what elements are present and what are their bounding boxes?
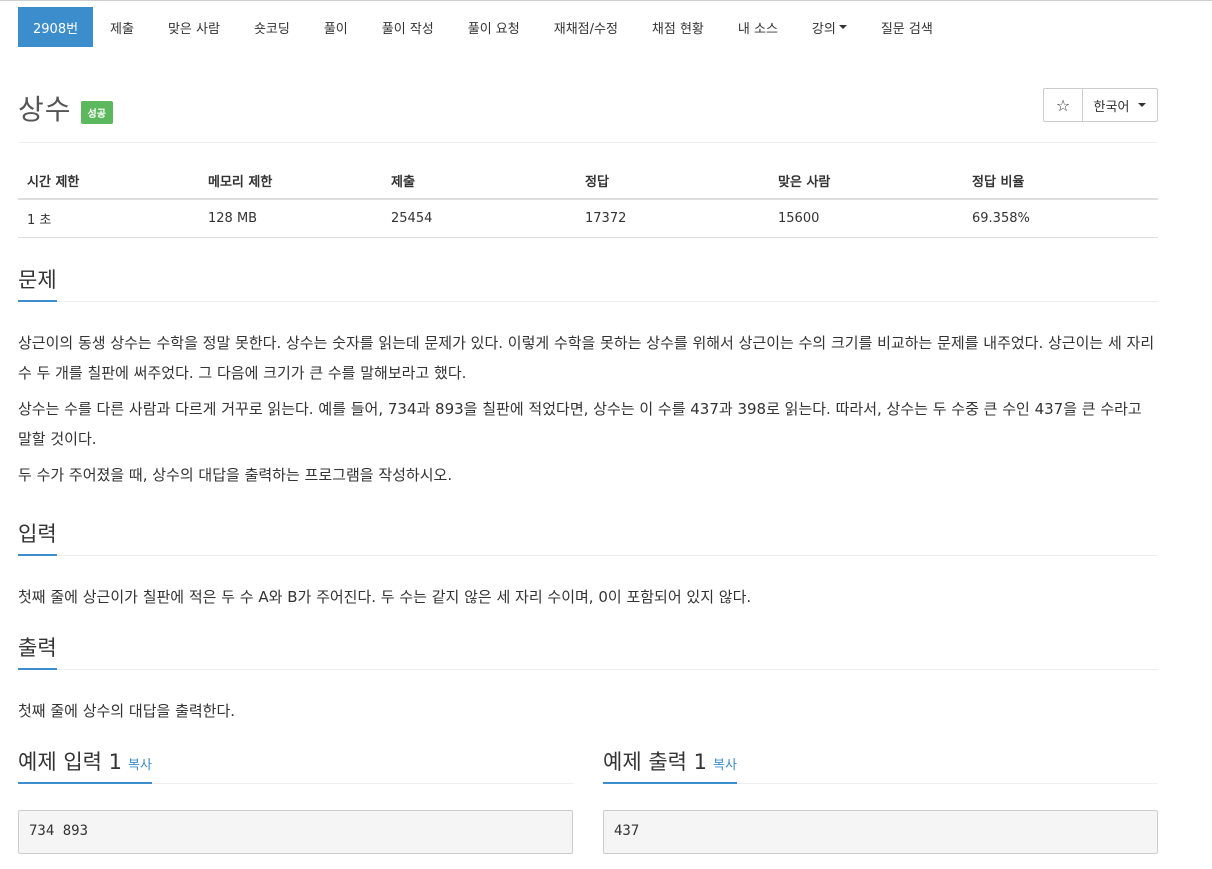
problem-toolbar: ☆ 한국어 <box>1043 88 1158 122</box>
nav-item-status[interactable]: 채점 현황 <box>635 7 721 47</box>
language-dropdown[interactable]: 한국어 <box>1082 88 1158 122</box>
nav-label: 질문 검색 <box>880 21 933 37</box>
table-cell: 25454 <box>382 199 576 238</box>
section-title: 출력 <box>18 633 57 670</box>
table-cell: 69.358% <box>963 199 1158 238</box>
sample-output-section: 예제 출력 1 복사 437 <box>603 747 1158 854</box>
copy-sample-input-button[interactable]: 복사 <box>128 758 152 773</box>
nav-item-request-solution[interactable]: 풀이 요청 <box>451 7 537 47</box>
column-header: 정답 <box>576 163 769 200</box>
caret-down-icon <box>1138 103 1147 107</box>
nav-label: 맞은 사람 <box>167 21 220 37</box>
paragraph: 첫째 줄에 상수의 대답을 출력한다. <box>18 702 236 720</box>
problem-header: 상수 성공 <box>18 88 113 128</box>
section-headline: 문제 <box>18 265 1158 302</box>
column-header: 메모리 제한 <box>199 163 382 200</box>
input-section: 입력 첫째 줄에 상근이가 칠판에 적은 두 수 A와 B가 주어진다. 두 수… <box>18 519 1158 618</box>
favorite-button[interactable]: ☆ <box>1043 88 1083 122</box>
nav-item-solved-users[interactable]: 맞은 사람 <box>151 7 237 47</box>
nav-label: 2908번 <box>33 21 79 37</box>
nav-item-my-source[interactable]: 내 소스 <box>721 7 795 47</box>
star-icon: ☆ <box>1055 95 1071 115</box>
description-body: 상근이의 동생 상수는 수학을 정말 못한다. 상수는 숫자를 읽는데 문제가 … <box>18 328 1158 490</box>
paragraph: 두 수가 주어졌을 때, 상수의 대답을 출력하는 프로그램을 작성하시오. <box>18 466 453 484</box>
output-section: 출력 첫째 줄에 상수의 대답을 출력한다. <box>18 633 1158 732</box>
nav-label: 숏코딩 <box>253 21 290 37</box>
section-title: 예제 출력 1 복사 <box>603 747 737 784</box>
section-headline: 예제 출력 1 복사 <box>603 747 1158 784</box>
table-header-row: 시간 제한 메모리 제한 제출 정답 맞은 사람 정답 비율 <box>18 163 1158 200</box>
section-headline: 출력 <box>18 633 1158 670</box>
section-headline: 예제 입력 1 복사 <box>18 747 573 784</box>
problem-info-table: 시간 제한 메모리 제한 제출 정답 맞은 사람 정답 비율 1 초 128 M… <box>18 163 1158 238</box>
output-body: 첫째 줄에 상수의 대답을 출력한다. <box>18 696 1158 726</box>
paragraph: 첫째 줄에 상근이가 칠판에 적은 두 수 A와 B가 주어진다. 두 수는 같… <box>18 588 752 606</box>
section-title: 예제 입력 1 복사 <box>18 747 152 784</box>
table-cell: 15600 <box>769 199 963 238</box>
nav-label: 풀이 <box>323 21 348 37</box>
nav-item-write-solution[interactable]: 풀이 작성 <box>365 7 451 47</box>
nav-label: 재채점/수정 <box>553 21 618 37</box>
column-header: 제출 <box>382 163 576 200</box>
input-body: 첫째 줄에 상근이가 칠판에 적은 두 수 A와 B가 주어진다. 두 수는 같… <box>18 582 1158 612</box>
nav-item-question-search[interactable]: 질문 검색 <box>864 7 950 47</box>
sample-input-box[interactable]: 734 893 <box>18 810 573 854</box>
table-cell: 128 MB <box>199 199 382 238</box>
paragraph: 상근이의 동생 상수는 수학을 정말 못한다. 상수는 숫자를 읽는데 문제가 … <box>18 334 1155 382</box>
sample-output-title: 예제 출력 1 <box>603 750 707 774</box>
sample-input-title: 예제 입력 1 <box>18 750 122 774</box>
nav-label: 채점 현황 <box>651 21 704 37</box>
copy-sample-output-button[interactable]: 복사 <box>713 758 737 773</box>
paragraph: 상수는 수를 다른 사람과 다르게 거꾸로 읽는다. 예를 들어, 734과 8… <box>18 400 1142 448</box>
sample-output-box[interactable]: 437 <box>603 810 1158 854</box>
nav-label: 강의 <box>811 21 836 37</box>
nav-item-submit[interactable]: 제출 <box>93 7 151 47</box>
table-row: 1 초 128 MB 25454 17372 15600 69.358% <box>18 199 1158 238</box>
nav-label: 풀이 작성 <box>381 21 434 37</box>
nav-label: 내 소스 <box>737 21 778 37</box>
section-title: 문제 <box>18 265 57 302</box>
table-cell: 1 초 <box>18 199 199 238</box>
caret-down-icon <box>838 25 847 29</box>
nav-item-lectures-dropdown[interactable]: 강의 <box>795 7 864 47</box>
sample-input-section: 예제 입력 1 복사 734 893 <box>18 747 573 854</box>
nav-item-solutions[interactable]: 풀이 <box>307 7 365 47</box>
section-headline: 입력 <box>18 519 1158 556</box>
problem-nav: 2908번 제출 맞은 사람 숏코딩 풀이 풀이 작성 풀이 요청 재채점/수정… <box>18 7 950 47</box>
nav-item-problem-number[interactable]: 2908번 <box>18 7 94 47</box>
nav-item-rejudge[interactable]: 재채점/수정 <box>537 7 635 47</box>
problem-title: 상수 <box>18 93 72 126</box>
section-title: 입력 <box>18 519 57 556</box>
nav-label: 제출 <box>110 21 134 37</box>
column-header: 맞은 사람 <box>769 163 963 200</box>
column-header: 정답 비율 <box>963 163 1158 200</box>
column-header: 시간 제한 <box>18 163 199 200</box>
status-badge: 성공 <box>80 100 113 124</box>
table-cell: 17372 <box>576 199 769 238</box>
divider <box>18 142 1158 143</box>
nav-label: 풀이 요청 <box>467 21 520 37</box>
nav-item-short-coding[interactable]: 숏코딩 <box>237 7 307 47</box>
language-label: 한국어 <box>1093 99 1130 115</box>
description-section: 문제 상근이의 동생 상수는 수학을 정말 못한다. 상수는 숫자를 읽는데 문… <box>18 265 1158 496</box>
